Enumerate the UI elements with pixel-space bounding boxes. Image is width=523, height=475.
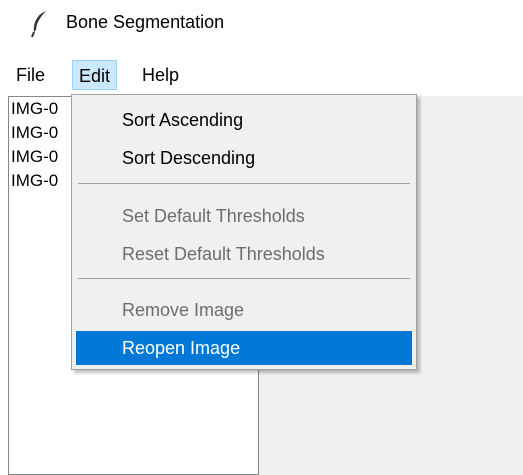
- edit-dropdown-menu: Sort Ascending Sort Descending Set Defau…: [71, 94, 417, 370]
- menu-item-remove-image[interactable]: Remove Image: [76, 293, 412, 327]
- menu-item-set-default-thresholds[interactable]: Set Default Thresholds: [76, 199, 412, 233]
- menu-separator: [78, 183, 410, 184]
- menu-item-sort-ascending[interactable]: Sort Ascending: [76, 103, 412, 137]
- menu-item-sort-descending[interactable]: Sort Descending: [76, 141, 412, 175]
- feather-icon: [31, 11, 46, 38]
- app-window: Bone Segmentation File Edit Help IMG-0 I…: [0, 0, 523, 475]
- title-bar: Bone Segmentation: [0, 0, 523, 48]
- menu-separator: [78, 278, 410, 279]
- menu-edit[interactable]: Edit: [72, 60, 118, 90]
- menu-item-reset-default-thresholds[interactable]: Reset Default Thresholds: [76, 237, 412, 271]
- menu-file[interactable]: File: [10, 60, 51, 90]
- menu-help[interactable]: Help: [136, 60, 185, 90]
- window-title: Bone Segmentation: [66, 12, 225, 32]
- menu-bar: File Edit Help: [0, 56, 523, 92]
- menu-item-reopen-image[interactable]: Reopen Image: [76, 331, 412, 365]
